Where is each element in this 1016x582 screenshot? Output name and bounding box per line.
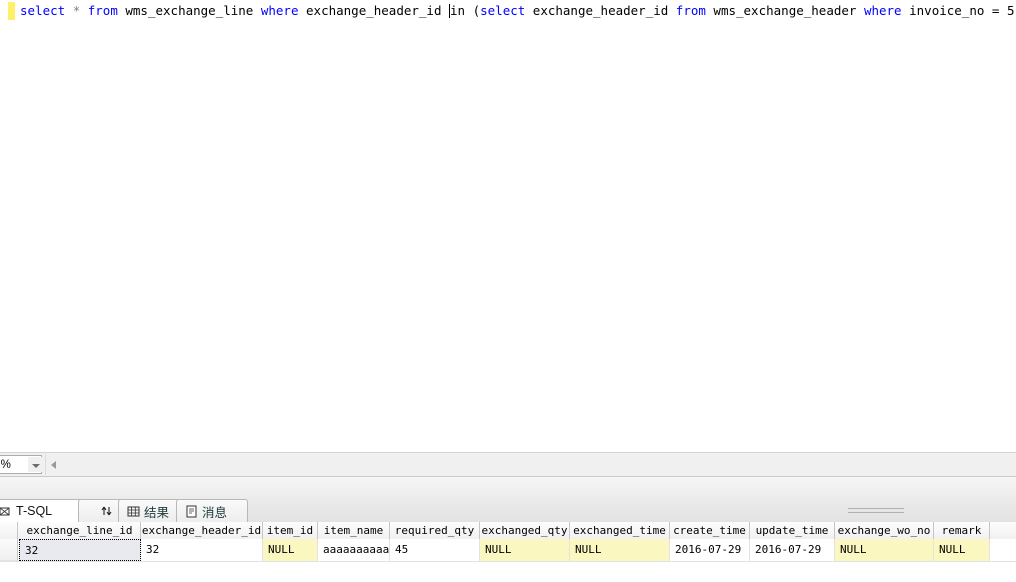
cell-remark[interactable]: NULL <box>934 539 990 561</box>
cell-exchange_line_id[interactable]: 32 <box>19 539 141 561</box>
column-header-exchange_header_id[interactable]: exchange_header_id <box>141 522 263 539</box>
column-header-create_time[interactable]: create_time <box>670 522 750 539</box>
sql-token: in ( <box>450 3 481 18</box>
sql-token: from <box>675 3 706 18</box>
message-doc-icon <box>185 505 198 518</box>
chevron-down-icon[interactable] <box>28 457 42 472</box>
sql-token: select <box>20 3 66 18</box>
tsql-icon <box>0 505 12 518</box>
results-tabstrip: T-SQL 结果 消息 <box>0 476 1016 523</box>
ssms-query-window: select * from wms_exchange_line where ex… <box>0 0 1016 582</box>
unsaved-change-indicator <box>8 2 15 20</box>
column-header-exchanged_time[interactable]: exchanged_time <box>570 522 670 539</box>
cell-create_time[interactable]: 2016-07-29 <box>670 539 750 561</box>
sql-token: where <box>863 3 902 18</box>
sql-token: select <box>480 3 526 18</box>
column-header-update_time[interactable]: update_time <box>750 522 835 539</box>
cell-update_time[interactable]: 2016-07-29 <box>750 539 835 561</box>
column-header-exchanged_qty[interactable]: exchanged_qty <box>480 522 570 539</box>
column-header-item_id[interactable]: item_id <box>263 522 318 539</box>
table-row[interactable]: 32 32 NULL aaaaaaaaaa 45 NULL NULL 2016-07-29 20… <box>0 539 1016 562</box>
sql-token: invoice_no = 5) <box>901 3 1016 18</box>
editor-gutter <box>0 0 8 458</box>
sql-token: from <box>87 3 118 18</box>
cell-exchange_wo_no[interactable]: NULL <box>835 539 934 561</box>
grid-icon <box>127 505 140 518</box>
column-header-exchange_wo_no[interactable]: exchange_wo_no <box>835 522 934 539</box>
cell-exchanged_qty[interactable]: NULL <box>480 539 570 561</box>
zoom-value: 0 % <box>0 459 11 471</box>
sql-editor[interactable]: select * from wms_exchange_line where ex… <box>0 0 1016 458</box>
tab-tsql[interactable]: T-SQL <box>0 499 86 523</box>
arrow-left-icon[interactable] <box>46 454 62 475</box>
row-header-cell[interactable] <box>0 539 18 561</box>
editor-horizontal-scrollbar[interactable] <box>45 454 1016 475</box>
sql-token: exchange_header_id <box>298 3 450 18</box>
grid-corner-cell[interactable] <box>0 522 18 539</box>
editor-bottom-strip: 0 % <box>0 452 1016 477</box>
column-header-exchange_line_id[interactable]: exchange_line_id <box>19 522 141 539</box>
cell-exchanged_time[interactable]: NULL <box>570 539 670 561</box>
sql-query-line[interactable]: select * from wms_exchange_line where ex… <box>20 3 1016 19</box>
cell-required_qty[interactable]: 45 <box>390 539 480 561</box>
sql-token: wms_exchange_header <box>705 3 864 18</box>
column-header-item_name[interactable]: item_name <box>318 522 390 539</box>
tab-results-label: 结果 <box>144 506 170 520</box>
sort-updown-icon <box>100 505 113 518</box>
tab-messages[interactable]: 消息 <box>176 499 248 523</box>
column-header-required_qty[interactable]: required_qty <box>390 522 480 539</box>
sql-token: where <box>260 3 299 18</box>
tab-messages-label: 消息 <box>202 506 228 520</box>
results-grid-header: exchange_line_id exchange_header_id item_i… <box>0 522 1016 540</box>
cell-item_name[interactable]: aaaaaaaaaa <box>318 539 390 561</box>
results-grid[interactable]: exchange_line_id exchange_header_id item_i… <box>0 522 1016 582</box>
column-header-remark[interactable]: remark <box>934 522 990 539</box>
sql-token: exchange_header_id <box>525 3 676 18</box>
sql-token: wms_exchange_line <box>117 3 261 18</box>
cell-item_id[interactable]: NULL <box>263 539 318 561</box>
cell-exchange_header_id[interactable]: 32 <box>141 539 263 561</box>
tab-tsql-label: T-SQL <box>16 504 53 518</box>
